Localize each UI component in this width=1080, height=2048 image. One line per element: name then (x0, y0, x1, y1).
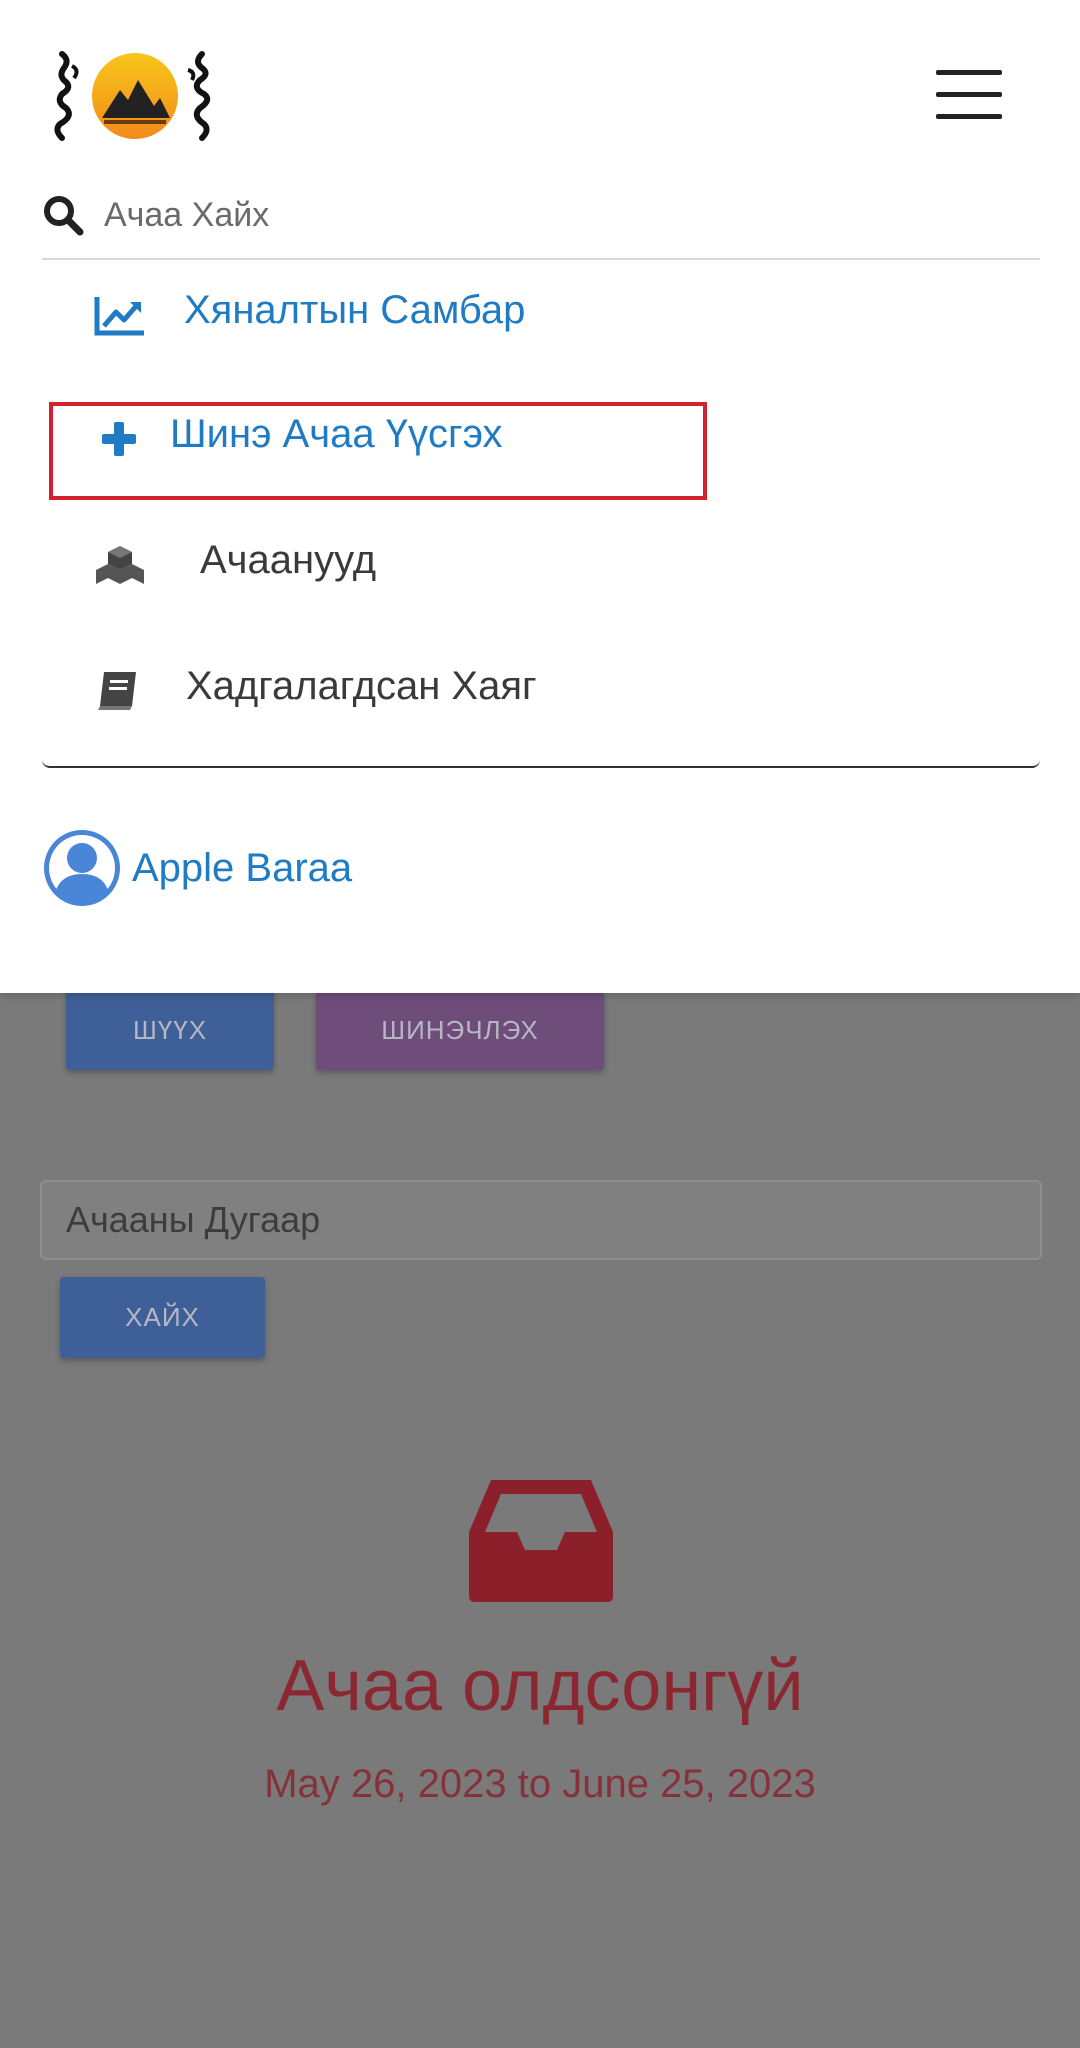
menu-item-saved-addresses[interactable]: Хадгалагдсан Хаяг (42, 638, 1040, 738)
date-range: May 26, 2023 to June 25, 2023 (264, 1762, 816, 1806)
search-button[interactable]: ХАЙХ (60, 1277, 265, 1358)
book-icon (98, 672, 136, 710)
user-name: Apple Baraa (132, 846, 353, 890)
chart-line-icon (94, 297, 144, 336)
hamburger-line (936, 114, 1002, 119)
nav-menu: Хяналтын Самбар Шинэ Ачаа Үүсгэх Ачаануу… (42, 262, 1040, 768)
highlight-annotation (49, 402, 707, 500)
search-bar (42, 180, 1040, 260)
inbox-icon (469, 1480, 613, 1602)
menu-item-shipments[interactable]: Ачаанууд (42, 512, 1040, 612)
menu-item-label: Ачаанууд (200, 538, 377, 582)
refresh-button[interactable]: ШИНЭЧЛЭХ (316, 990, 604, 1070)
filter-button[interactable]: ШҮҮХ (66, 990, 274, 1070)
hamburger-line (936, 70, 1002, 75)
user-circle-icon (44, 830, 120, 906)
empty-state-title: Ачаа олдсонгүй (276, 1646, 804, 1726)
search-input[interactable] (102, 184, 1006, 246)
menu-item-label: Хяналтын Самбар (184, 288, 526, 332)
hamburger-line (936, 92, 1002, 97)
cubes-icon (96, 546, 144, 584)
search-icon (44, 196, 84, 236)
user-profile[interactable]: Apple Baraa (42, 828, 442, 910)
menu-toggle-button[interactable] (936, 70, 1002, 120)
logo (54, 51, 211, 141)
navigation-drawer: Хяналтын Самбар Шинэ Ачаа Үүсгэх Ачаануу… (0, 0, 1080, 993)
menu-item-label: Хадгалагдсан Хаяг (186, 664, 537, 708)
shipment-number-field[interactable]: Ачааны Дугаар (40, 1180, 1042, 1260)
menu-item-dashboard[interactable]: Хяналтын Самбар (42, 262, 1040, 362)
